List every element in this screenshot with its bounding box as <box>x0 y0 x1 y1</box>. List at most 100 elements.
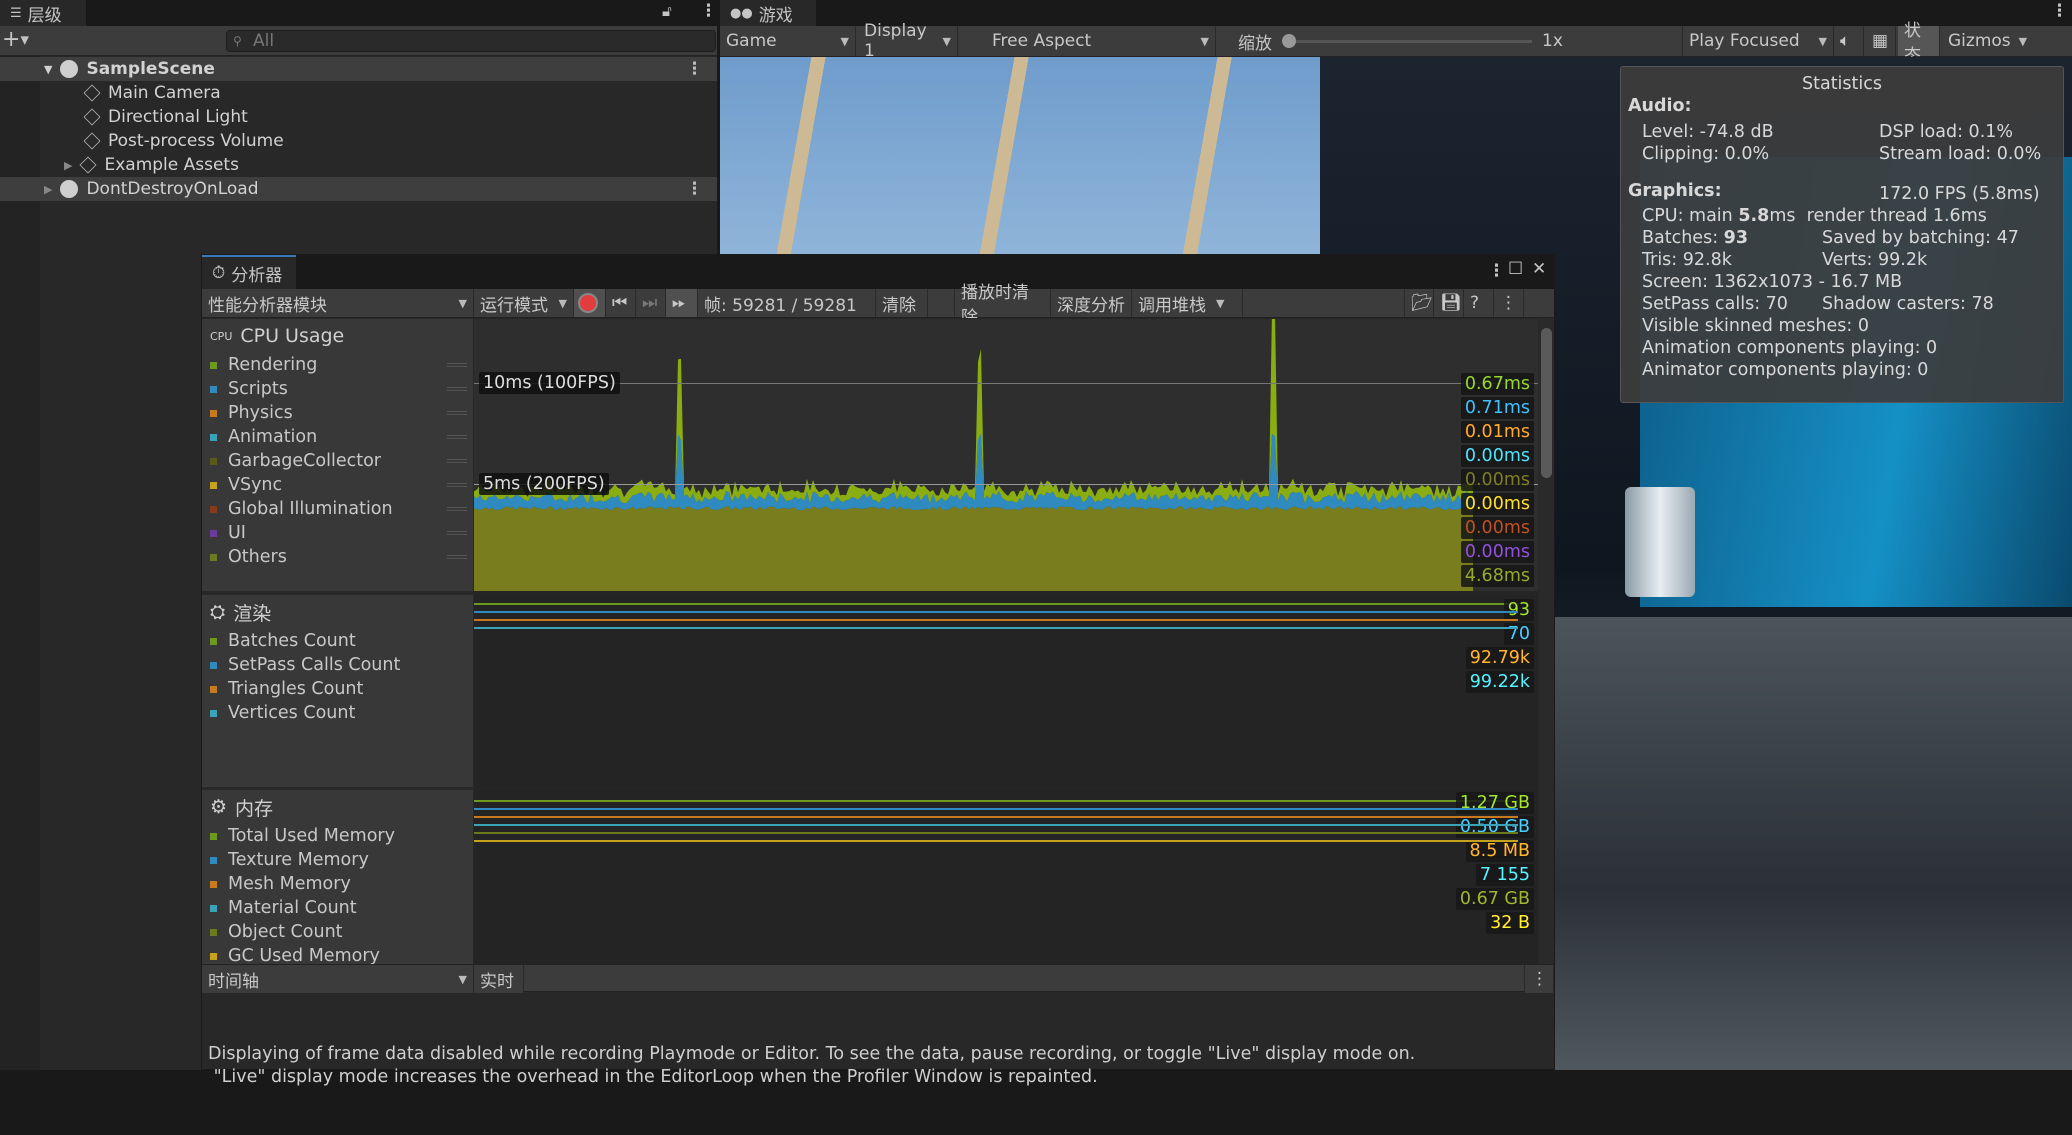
call-stacks-button[interactable]: 调用堆栈 ▼ <box>1132 289 1243 317</box>
color-swatch <box>210 832 217 840</box>
current-frame-button[interactable]: ⏩︎ <box>666 289 698 317</box>
legend-item-texture-memory[interactable]: Texture Memory <box>202 848 473 872</box>
color-swatch <box>210 904 217 912</box>
slider-handle[interactable] <box>1282 34 1296 48</box>
legend-item-mesh-memory[interactable]: Mesh Memory <box>202 872 473 896</box>
color-swatch <box>210 505 217 513</box>
load-button[interactable]: 📂︎ <box>1404 289 1434 317</box>
legend-item-total-used-memory[interactable]: Total Used Memory <box>202 824 473 848</box>
more-icon[interactable]: ⋮ <box>700 1 717 21</box>
close-icon[interactable]: ✕ <box>1532 259 1546 279</box>
drag-handle[interactable] <box>447 555 467 559</box>
legend-item-material-count[interactable]: Material Count <box>202 896 473 920</box>
previous-frame-button[interactable]: ⏮︎ <box>606 289 636 317</box>
scale-slider[interactable] <box>1282 34 1532 48</box>
drag-handle[interactable] <box>447 459 467 463</box>
maximize-icon[interactable]: ☐ <box>1508 259 1523 279</box>
more-button[interactable]: ⋮ <box>1524 965 1554 993</box>
frame-counter: 帧: 59281 / 59281 <box>698 289 876 317</box>
list-item[interactable]: ▶ Example Assets <box>40 153 717 177</box>
legend-item-physics[interactable]: Physics <box>202 401 473 425</box>
series-line <box>474 824 1518 826</box>
lock-icon[interactable]: 🔓︎ <box>662 2 672 20</box>
profiler-tab[interactable]: ⏱︎ 分析器 <box>202 255 296 289</box>
expand-icon[interactable]: ▶ <box>64 159 72 172</box>
legend-item-global-illumination[interactable]: Global Illumination <box>202 497 473 521</box>
aspect-select[interactable]: Free Aspect ▼ <box>986 26 1216 56</box>
stats-button[interactable]: 状态 <box>1898 21 1940 66</box>
display-select[interactable]: Display 1 ▼ <box>858 21 958 61</box>
legend-item-animation[interactable]: Animation <box>202 425 473 449</box>
next-frame-button[interactable]: ⏭︎ <box>636 289 666 317</box>
live-button[interactable]: 实时 <box>474 965 524 993</box>
more-icon[interactable]: ⋮ <box>2051 1 2068 21</box>
render-module-legend[interactable]: ⛭ 渲染 Batches Count SetPass Calls Count Tria… <box>202 595 473 787</box>
legend-item-scripts[interactable]: Scripts <box>202 377 473 401</box>
series-value-label: 0.67 GB <box>1455 888 1534 910</box>
color-swatch <box>210 385 217 393</box>
legend-item-vertices-count[interactable]: Vertices Count <box>202 701 473 725</box>
add-button[interactable]: +▼ <box>2 27 29 52</box>
help-button[interactable]: ? <box>1464 289 1494 317</box>
view-select[interactable]: Game ▼ <box>720 26 856 56</box>
legend-item-ui[interactable]: UI <box>202 521 473 545</box>
legend-item-vsync[interactable]: VSync <box>202 473 473 497</box>
fps: 172.0 FPS (5.8ms) <box>1879 184 2040 204</box>
legend-item-batches-count[interactable]: Batches Count <box>202 629 473 653</box>
hierarchy-tab[interactable]: ☰ 层级 <box>0 0 86 26</box>
list-item[interactable]: Directional Light <box>40 105 717 129</box>
play-mode-select[interactable]: Play Focused ▼ <box>1682 26 1834 56</box>
drag-handle[interactable] <box>447 435 467 439</box>
more-icon[interactable]: ⋮ <box>686 59 703 79</box>
memory-chart[interactable]: 1.27 GB 0.50 GB 8.5 MB 7 155 0.67 GB 32 B <box>474 790 1538 964</box>
save-button[interactable]: 💾︎ <box>1434 289 1464 317</box>
memory-icon: ⚙ <box>210 796 228 818</box>
series-line <box>474 840 1518 842</box>
drag-handle[interactable] <box>447 411 467 415</box>
series-line <box>474 619 1518 621</box>
grid-toggle[interactable]: ▦ <box>1866 26 1896 56</box>
record-button[interactable] <box>574 289 606 317</box>
clear-button[interactable]: 清除 <box>876 289 928 317</box>
drag-handle[interactable] <box>447 363 467 367</box>
more-icon[interactable]: ⋮ <box>1488 261 1505 281</box>
verts: Verts: 99.2k <box>1822 250 1928 270</box>
memory-module-legend[interactable]: ⚙ 内存 Total Used Memory Texture Memory Mesh … <box>202 790 473 964</box>
legend-item-rendering[interactable]: Rendering <box>202 353 473 377</box>
render-chart[interactable]: 93 70 92.79k 99.22k <box>474 595 1538 787</box>
cpu-value-label: 0.67ms <box>1460 373 1534 395</box>
legend-item-triangles-count[interactable]: Triangles Count <box>202 677 473 701</box>
more-icon[interactable]: ⋮ <box>686 179 703 199</box>
drag-handle[interactable] <box>447 507 467 511</box>
legend-item-gc-used-memory[interactable]: GC Used Memory <box>202 944 473 964</box>
list-item[interactable]: Main Camera <box>40 81 717 105</box>
cpu-value-label: 0.01ms <box>1460 421 1534 443</box>
scene-row[interactable]: ▶ DontDestroyOnLoad ⋮ <box>0 177 717 201</box>
list-item[interactable]: Post-process Volume <box>40 129 717 153</box>
clear-on-play-button[interactable]: 播放时清除 <box>954 283 1051 328</box>
scrollbar[interactable] <box>1539 318 1554 964</box>
legend-item-setpass-calls-count[interactable]: SetPass Calls Count <box>202 653 473 677</box>
mute-audio-button[interactable]: 🔈︎ <box>1834 26 1864 56</box>
gizmos-button[interactable]: Gizmos ▼ <box>1942 26 2072 56</box>
statistics-title: Statistics <box>1802 74 1882 94</box>
expand-icon[interactable]: ▶ <box>44 183 52 196</box>
legend-item-others[interactable]: Others <box>202 545 473 569</box>
search-input[interactable]: ⚲ All <box>226 30 716 52</box>
drag-handle[interactable] <box>447 531 467 535</box>
legend-item-object-count[interactable]: Object Count <box>202 920 473 944</box>
timeline-select[interactable]: 时间轴 ▼ <box>202 965 474 993</box>
scene-row[interactable]: ▼ SampleScene ⋮ <box>0 57 717 81</box>
modules-select[interactable]: 性能分析器模块 ▼ <box>202 289 474 317</box>
game-tab[interactable]: ●● 游戏 <box>720 0 816 26</box>
legend-item-garbagecollector[interactable]: GarbageCollector <box>202 449 473 473</box>
grid-icon: ▦ <box>1872 31 1889 51</box>
drag-handle[interactable] <box>447 387 467 391</box>
more-button[interactable]: ⋮ <box>1494 289 1524 317</box>
mode-select[interactable]: 运行模式 ▼ <box>474 289 574 317</box>
cpu-chart[interactable]: 10ms (100FPS) 5ms (200FPS) 0.67ms 0.71ms 0… <box>474 319 1538 591</box>
cpu-module-legend[interactable]: CPU CPU Usage Rendering Scripts Physics Anim… <box>202 319 473 591</box>
deep-profile-button[interactable]: 深度分析 <box>1051 289 1132 317</box>
drag-handle[interactable] <box>447 483 467 487</box>
animator-components: Animator components playing: 0 <box>1642 360 1929 380</box>
